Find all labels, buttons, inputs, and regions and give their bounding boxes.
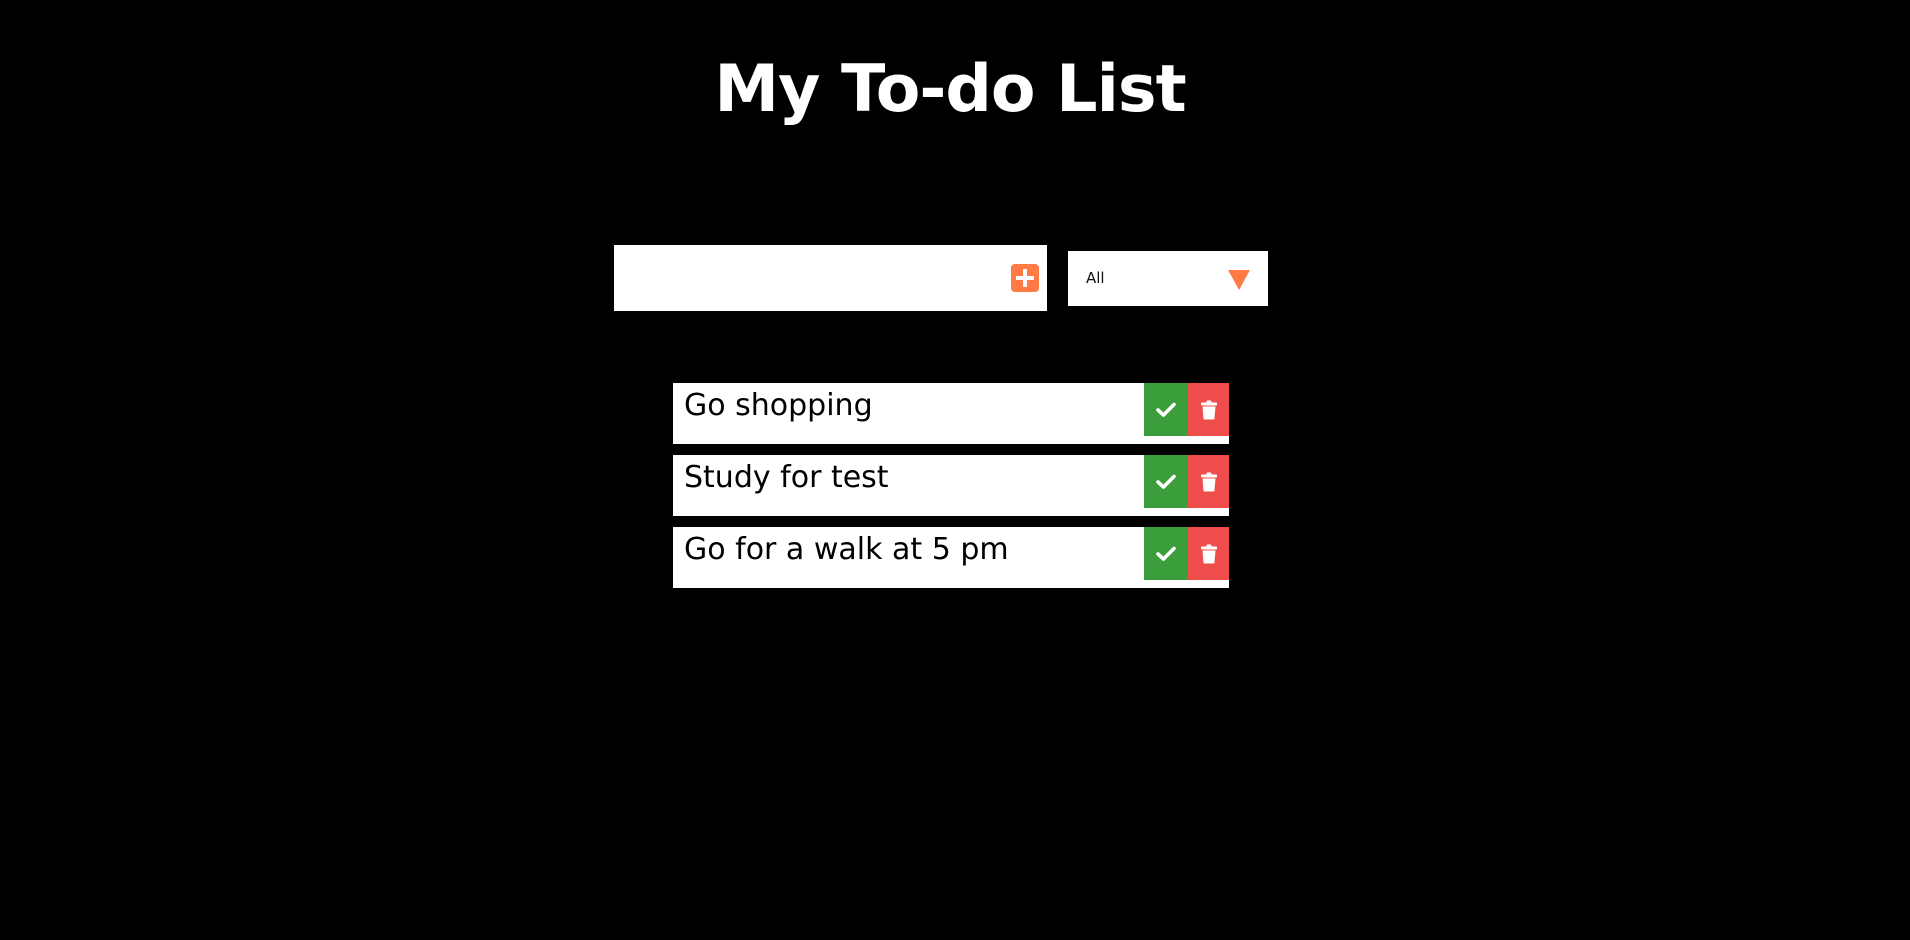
delete-button[interactable] <box>1188 455 1229 508</box>
check-icon <box>1156 402 1176 417</box>
check-icon <box>1156 474 1176 489</box>
todo-input[interactable] <box>614 245 994 311</box>
todo-app: My To-do List All Go shopping Study for … <box>0 0 1910 940</box>
delete-button[interactable] <box>1188 383 1229 436</box>
todo-item: Go for a walk at 5 pm <box>673 527 1229 588</box>
dropdown-arrow-icon[interactable] <box>1228 270 1250 290</box>
todo-list: Go shopping Study for test Go for a walk… <box>673 383 1229 599</box>
delete-button[interactable] <box>1188 527 1229 580</box>
trash-icon <box>1200 400 1217 419</box>
check-icon <box>1156 546 1176 561</box>
add-todo-form <box>614 245 1047 311</box>
complete-button[interactable] <box>1144 455 1188 508</box>
add-todo-button[interactable] <box>1011 264 1039 292</box>
trash-icon <box>1200 472 1217 491</box>
todo-text: Study for test <box>684 460 889 495</box>
plus-square-icon <box>1016 269 1034 287</box>
trash-icon <box>1200 544 1217 563</box>
todo-text: Go shopping <box>684 388 873 423</box>
complete-button[interactable] <box>1144 527 1188 580</box>
todo-text: Go for a walk at 5 pm <box>684 532 1009 567</box>
page-title: My To-do List <box>714 52 1186 127</box>
filter-select[interactable]: All <box>1068 251 1268 306</box>
filter-selected-value: All <box>1086 269 1105 287</box>
complete-button[interactable] <box>1144 383 1188 436</box>
todo-item: Go shopping <box>673 383 1229 444</box>
todo-item: Study for test <box>673 455 1229 516</box>
